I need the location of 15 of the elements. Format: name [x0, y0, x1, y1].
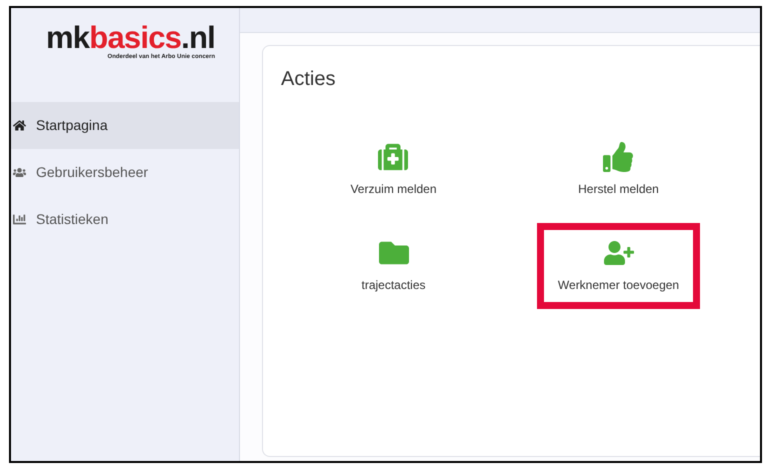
- logo: mkbasics.nl: [46, 22, 215, 53]
- sidebar-item[interactable]: Statistieken: [11, 196, 239, 243]
- sidebar-item[interactable]: Gebruikersbeheer: [11, 149, 239, 196]
- card-title: Acties: [281, 67, 336, 92]
- medkit-icon: [378, 142, 408, 172]
- sidebar-item[interactable]: Startpagina: [11, 102, 239, 149]
- action-button[interactable]: Herstel melden: [557, 127, 680, 213]
- thumbs-up-icon: [603, 142, 634, 172]
- home-icon: [13, 119, 26, 132]
- action-button[interactable]: Verzuim melden: [329, 127, 458, 213]
- user-plus-icon: [604, 238, 634, 268]
- action-button[interactable]: trajectacties: [340, 223, 447, 309]
- action-button[interactable]: Werknemer toevoegen: [536, 223, 700, 309]
- users-icon: [13, 166, 26, 179]
- bar-chart-icon: [13, 213, 26, 226]
